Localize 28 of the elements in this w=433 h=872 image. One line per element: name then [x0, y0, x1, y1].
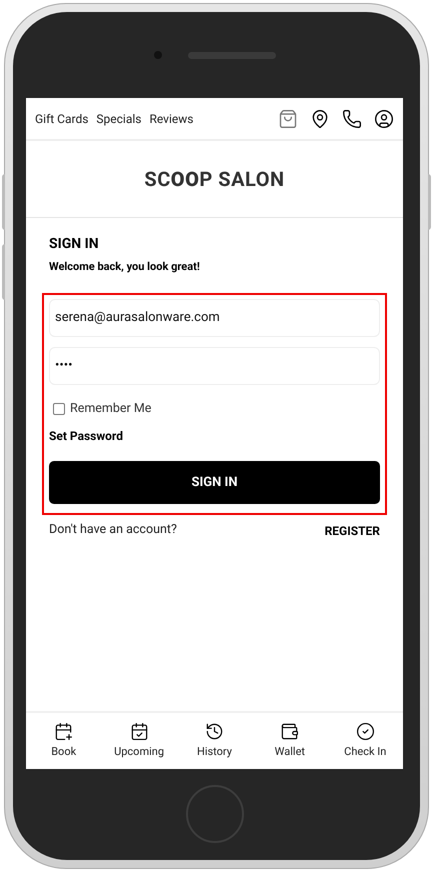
nav-link[interactable]: Specials: [96, 110, 142, 128]
tab-bar-item[interactable]: Upcoming: [104, 722, 174, 760]
shopping-bag-icon[interactable]: [278, 108, 298, 128]
salon-logo: SCOOP SALON: [144, 166, 285, 193]
history-icon: [204, 722, 224, 741]
tab-bar-item[interactable]: Wallet: [254, 722, 325, 760]
remember-checkbox[interactable]: [53, 402, 65, 415]
welcome-text: Welcome back, you look great!: [48, 259, 201, 275]
user-icon[interactable]: [374, 108, 394, 128]
wallet-icon: [280, 722, 300, 741]
calendar-check-icon: [130, 722, 149, 741]
check-circle-icon: [356, 722, 375, 741]
nav-link[interactable]: Reviews: [150, 110, 194, 128]
tab-bar-item[interactable]: History: [179, 722, 250, 760]
tab-bar-item[interactable]: Book: [28, 722, 99, 760]
nav-link[interactable]: Gift Cards: [35, 110, 88, 128]
set-password-link[interactable]: Set Password: [49, 427, 380, 446]
no-account-text: Don't have an account?: [49, 521, 177, 540]
password-field[interactable]: ••••: [49, 346, 380, 384]
tab-bar-item[interactable]: Check In: [330, 722, 400, 760]
email-field[interactable]: serena@aurasalonware.com: [49, 298, 380, 336]
phone-icon[interactable]: [342, 108, 362, 128]
sign-in-button[interactable]: SIGN IN: [49, 461, 380, 504]
register-link[interactable]: REGISTER: [324, 522, 380, 540]
map-pin-icon[interactable]: [310, 108, 330, 128]
calendar-plus-icon: [54, 722, 74, 741]
remember-label: Remember Me: [70, 400, 152, 418]
page-title: SIGN IN: [48, 235, 100, 254]
